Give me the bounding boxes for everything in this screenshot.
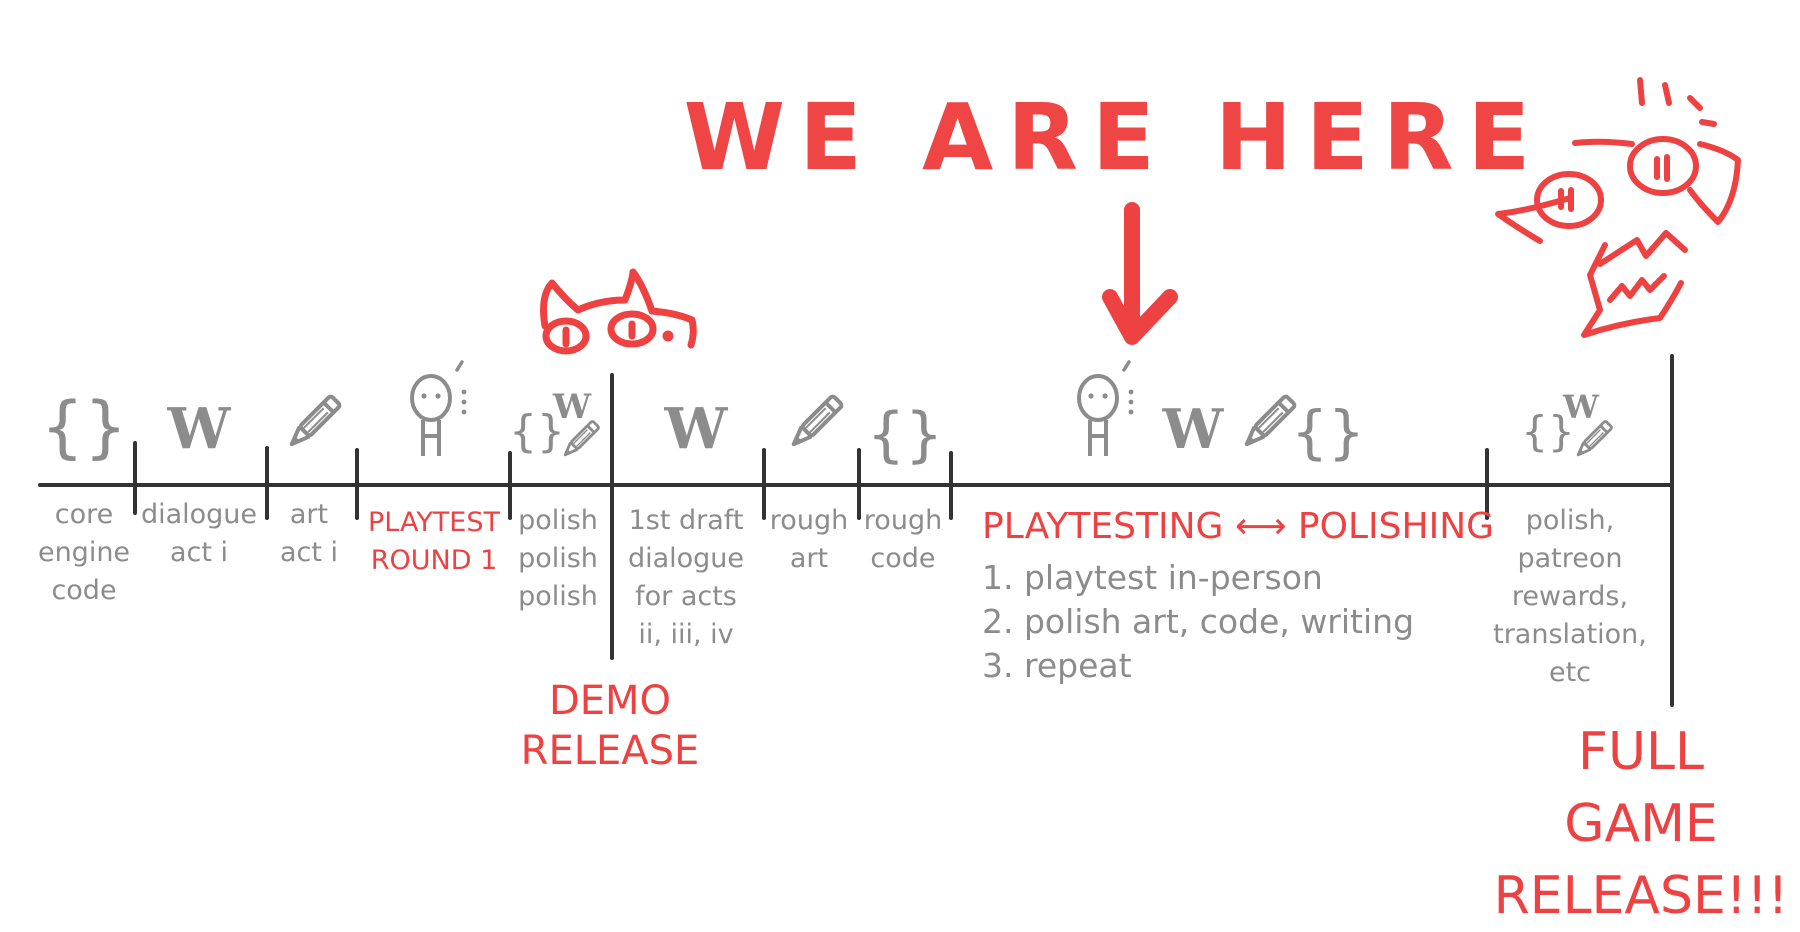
code-braces-icon: {}	[1291, 398, 1365, 466]
phase-step: 1. playtest in-person	[982, 558, 1323, 597]
pencil-icon	[287, 395, 341, 449]
code-braces-icon: {} {} {} {} {}	[41, 388, 1575, 470]
label-final-polish: polish, patreon rewards, translation, et…	[1493, 505, 1647, 688]
label-dialogue-act-i: dialogue act i	[140, 499, 258, 568]
code-braces-icon: {}	[41, 388, 128, 467]
pencil-icon	[1573, 419, 1614, 460]
writing-w-icon: W	[1562, 388, 1600, 426]
phase-step: 2. polish art, code, writing	[982, 602, 1415, 641]
writing-w-icon: W	[664, 396, 729, 462]
phase-steps-list: 1. playtest in-person 2. polish art, cod…	[982, 556, 1414, 688]
pencil-icon	[789, 395, 843, 449]
code-braces-icon: {}	[867, 400, 943, 470]
playtester-figure-icon	[1077, 360, 1136, 458]
label-art-act-i: art act i	[279, 499, 339, 568]
writing-w-icon: W	[552, 387, 592, 427]
label-first-draft-dialogue: 1st draft dialogue for acts ii, iii, iv	[627, 505, 745, 650]
playtester-figure-icon	[410, 360, 469, 458]
writing-w-icon: W	[167, 396, 232, 462]
phase-header: PLAYTESTING ⟷ POLISHING	[982, 506, 1495, 547]
cat-mascot-icon	[540, 268, 697, 355]
label-playtest-round-1: PLAYTEST ROUND 1	[368, 507, 500, 576]
label-core-engine-code: core engine code	[37, 499, 131, 606]
phase-step: 3. repeat	[982, 646, 1132, 685]
down-arrow-icon	[1102, 202, 1178, 345]
roadmap-timeline: {} {} {} {} {} W W W W W WE ARE HERE cor…	[0, 0, 1800, 926]
demo-release-label: DEMO RELEASE	[520, 678, 700, 774]
label-polish-polish-polish: polish polish polish	[518, 505, 598, 612]
label-rough-code: rough code	[863, 505, 943, 574]
writing-w-icon: W	[1162, 397, 1225, 461]
pencil-icon	[1242, 395, 1296, 449]
we-are-here-headline: WE ARE HERE	[683, 84, 1545, 191]
label-rough-art: rough art	[769, 505, 849, 574]
